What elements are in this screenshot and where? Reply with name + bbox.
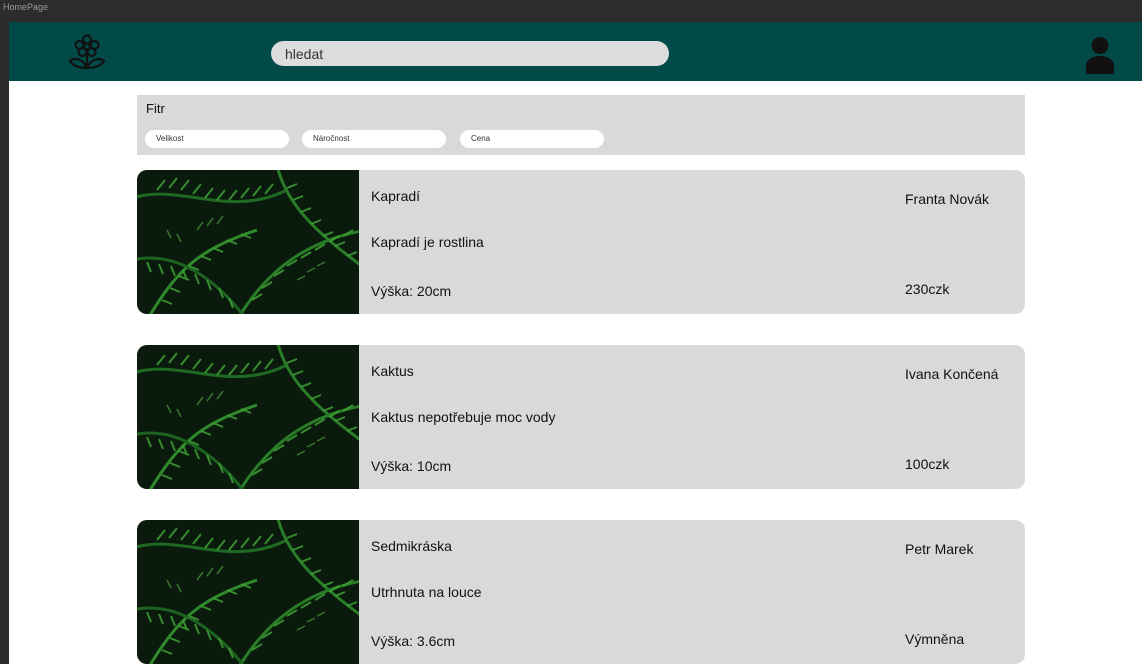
- product-name: Kapradí: [371, 188, 421, 204]
- product-description: Kapradí je rostlina: [371, 234, 484, 250]
- home-page: Fitr Velikost Náročnost Cena: [9, 22, 1142, 664]
- product-height: Výška: 20cm: [371, 283, 452, 299]
- product-card[interactable]: Kaktus Kaktus nepotřebuje moc vody Výška…: [137, 345, 1025, 489]
- product-image: [137, 345, 359, 489]
- product-height: Výška: 10cm: [371, 458, 452, 474]
- filter-title: Fitr: [146, 101, 165, 116]
- filter-size[interactable]: Velikost: [145, 130, 289, 148]
- user-icon[interactable]: [1085, 36, 1115, 74]
- top-bar: [9, 22, 1142, 81]
- filter-price[interactable]: Cena: [460, 130, 604, 148]
- product-author: Petr Marek: [905, 541, 974, 557]
- product-author: Ivana Končená: [905, 366, 999, 382]
- product-price: Výmněna: [905, 631, 965, 647]
- search-input[interactable]: [271, 41, 669, 66]
- product-author: Franta Novák: [905, 191, 990, 207]
- product-price: 230czk: [905, 281, 950, 297]
- flower-icon[interactable]: [67, 34, 107, 70]
- product-description: Utrhnuta na louce: [371, 584, 482, 600]
- product-image: [137, 170, 359, 314]
- product-card[interactable]: Sedmikráska Utrhnuta na louce Výška: 3.6…: [137, 520, 1025, 664]
- product-image: [137, 520, 359, 664]
- product-name: Sedmikráska: [371, 538, 452, 554]
- frame-label: HomePage: [0, 0, 1142, 22]
- product-height: Výška: 3.6cm: [371, 633, 456, 649]
- product-price: 100czk: [905, 456, 950, 472]
- product-description: Kaktus nepotřebuje moc vody: [371, 409, 556, 425]
- product-card[interactable]: Kapradí Kapradí je rostlina Výška: 20cm …: [137, 170, 1025, 314]
- product-name: Kaktus: [371, 363, 414, 379]
- filter-panel: Fitr Velikost Náročnost Cena: [137, 95, 1025, 155]
- filter-difficulty[interactable]: Náročnost: [302, 130, 446, 148]
